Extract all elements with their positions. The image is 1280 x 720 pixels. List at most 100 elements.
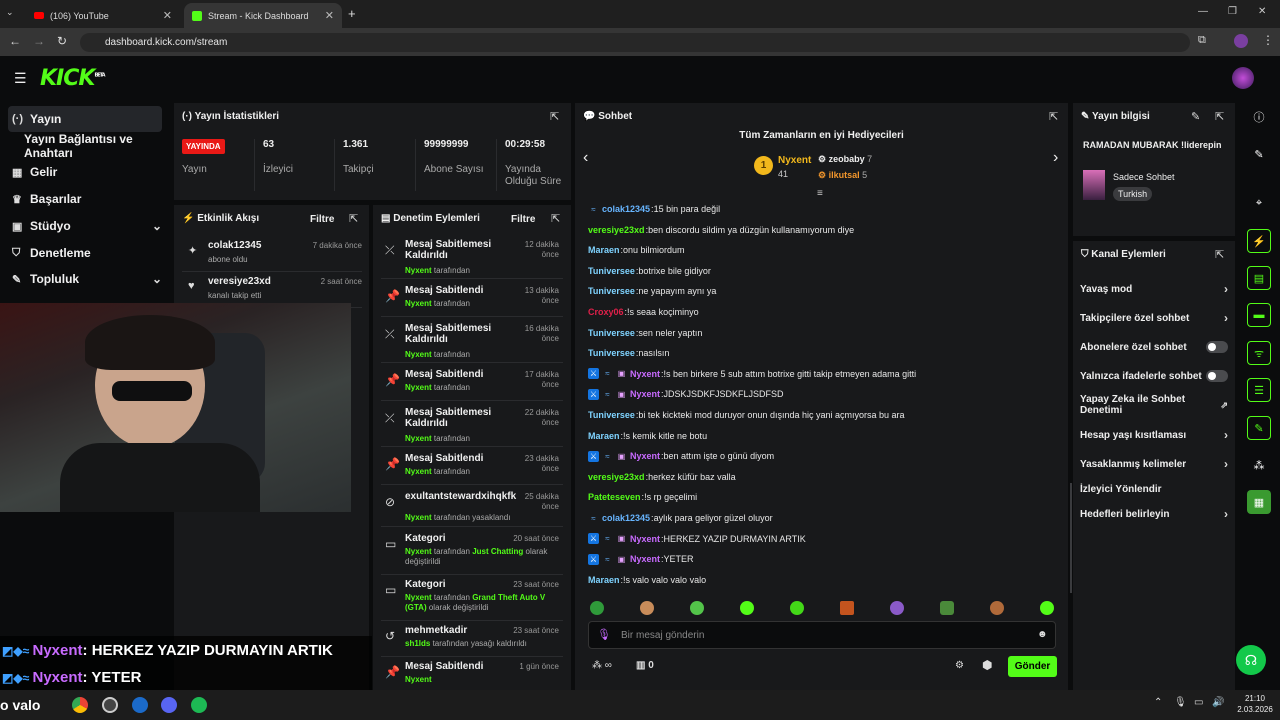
expand-icon[interactable]: ⇱ [349,212,358,225]
sidebar-item-stream-key[interactable]: Yayın Bağlantısı ve Anahtarı [8,132,172,160]
chat-username[interactable]: Nyxent [630,554,660,564]
sidebar-item-gelir[interactable]: ▦ Gelir [8,159,162,185]
chat-username[interactable]: Pateteseven [588,492,641,502]
close-icon[interactable]: ✕ [163,9,172,22]
broadcast-icon[interactable]: ᯤ [1247,341,1271,365]
tab-search-icon[interactable]: ⌄ [6,7,14,18]
sidebar-item-studyo[interactable]: ▣ Stüdyo ⌄ [8,213,162,239]
top-gifter[interactable]: ⚙ ilkutsal 5 [818,170,867,181]
support-headset-icon[interactable]: ☊ [1236,645,1266,675]
reload-icon[interactable]: ↻ [57,34,67,48]
info-icon[interactable]: ⓘ [1247,105,1271,129]
chat-username[interactable]: Nyxent [630,389,660,399]
expand-icon[interactable]: ⇱ [550,110,559,123]
event-user[interactable]: veresiye23xd [208,276,271,287]
url-input[interactable]: dashboard.kick.com/stream [80,33,1190,52]
emote-icon[interactable] [890,601,904,615]
event-user[interactable]: colak12345 [208,240,261,251]
hamburger-icon[interactable]: ☰ [14,70,27,87]
emote-icon[interactable] [940,601,954,615]
action-slow-mode[interactable]: Yavaş mod › [1080,282,1228,296]
emote-icon[interactable] [590,601,604,615]
new-tab-icon[interactable]: + [348,6,356,21]
volume-icon[interactable]: 🔊 [1212,697,1224,708]
tab-kick-dashboard[interactable]: Stream - Kick Dashboard ✕ [184,3,342,28]
menu-icon[interactable]: ⋮ [1262,33,1274,47]
expand-icon[interactable]: ⇱ [551,212,560,225]
back-icon[interactable]: ← [9,34,21,48]
edit-pencil-icon[interactable]: ✎ [1191,110,1200,123]
chat-username[interactable]: colak12345 [602,513,650,523]
chat-username[interactable]: Nyxent [630,369,660,379]
more-icon[interactable]: ⁂ [1247,453,1271,477]
wrench-icon[interactable]: ✎ [1247,416,1271,440]
stream-category[interactable]: Sadece Sohbet [1113,172,1175,182]
restore-icon[interactable]: ❐ [1228,6,1237,17]
emote-icon[interactable] [790,601,804,615]
subscribers-only-toggle[interactable] [1206,341,1228,353]
emote-icon[interactable] [990,601,1004,615]
expand-icon[interactable]: ⇱ [1049,110,1058,123]
chat-username[interactable]: Nyxent [630,534,660,544]
tab-youtube[interactable]: (106) YouTube ✕ [26,3,180,28]
action-account-age[interactable]: Hesap yaşı kısıtlaması › [1080,428,1228,442]
app-icon[interactable] [132,697,148,713]
chevron-right-icon[interactable]: › [1053,149,1058,167]
top-gifter-name[interactable]: Nyxent [778,155,811,166]
expand-icon[interactable]: ⇱ [1215,110,1224,123]
channel-points[interactable]: ▥ 0 [636,660,654,671]
emote-only-toggle[interactable] [1206,370,1228,382]
emote-icon[interactable] [690,601,704,615]
emote-icon[interactable] [640,601,654,615]
kick-logo[interactable]: KICKBETA [40,66,106,91]
mic-icon[interactable]: 🎙 [597,628,611,641]
chat-username[interactable]: veresiye23xd [588,472,645,482]
chat-username[interactable]: veresiye23xd [588,225,645,235]
document-icon[interactable]: ▤ [1247,266,1271,290]
settings-gear-icon[interactable]: ⚙ [955,660,964,671]
action-goals[interactable]: Hedefleri belirleyin › [1080,507,1228,521]
chat-username[interactable]: Maraen [588,575,620,585]
emoji-icon[interactable]: ☻ [1037,629,1048,640]
sidebar-item-basarilar[interactable]: ♛ Başarılar [8,186,162,212]
tray-chevron-icon[interactable]: ⌃ [1154,697,1162,708]
action-banned-words[interactable]: Yasaklanmış kelimeler › [1080,457,1228,471]
profile-avatar[interactable] [1234,34,1248,48]
emote-icon[interactable] [1040,601,1054,615]
forward-icon[interactable]: → [33,34,45,48]
window-close-icon[interactable]: ✕ [1258,6,1266,17]
chat-username[interactable]: Tuniversee [588,348,635,358]
obs-icon[interactable] [102,697,118,713]
chat-input[interactable]: 🎙 Bir mesaj gönderin ☻ [588,621,1056,649]
action-followers-only[interactable]: Takipçilere özel sohbet › [1080,311,1228,325]
close-icon[interactable]: ✕ [325,9,334,22]
chat-username[interactable]: Tuniversee [588,328,635,338]
chat-username[interactable]: Croxy06 [588,307,624,317]
top-gifter[interactable]: ⚙ zeobaby 7 [818,154,872,165]
spotify-icon[interactable] [191,697,207,713]
moderation-log-icon[interactable]: ☰ [1247,378,1271,402]
chat-username[interactable]: Nyxent [630,451,660,461]
collapse-icon[interactable]: ≡ [817,188,823,199]
chat-username[interactable]: Maraen [588,431,620,441]
chat-scrollbar[interactable] [1070,483,1072,593]
chat-username[interactable]: Tuniversee [588,266,635,276]
network-icon[interactable]: ▭ [1194,697,1203,708]
user-avatar[interactable] [1232,67,1254,89]
filter-button[interactable]: Filtre [310,214,334,225]
action-ai-moderation[interactable]: Yapay Zeka ile Sohbet Denetimi ⇗ [1080,394,1228,416]
mod-tools-icon[interactable]: ⬢ [982,658,992,672]
focus-icon[interactable]: ⌖ [1247,191,1271,215]
chat-username[interactable]: colak12345 [602,204,650,214]
filter-button[interactable]: Filtre [511,214,535,225]
chrome-icon[interactable] [72,697,88,713]
sidebar-item-topluluk[interactable]: ✎ Topluluk ⌄ [8,266,162,292]
emote-icon[interactable] [840,601,854,615]
action-host[interactable]: İzleyici Yönlendir [1080,482,1228,496]
chat-username[interactable]: Tuniversee [588,286,635,296]
mic-tray-icon[interactable]: 🎙 [1174,697,1187,708]
discord-icon[interactable] [161,697,177,713]
add-widget-icon[interactable]: ▦ [1247,490,1271,514]
chat-username[interactable]: Tuniversee [588,410,635,420]
chevron-left-icon[interactable]: ‹ [583,149,588,167]
